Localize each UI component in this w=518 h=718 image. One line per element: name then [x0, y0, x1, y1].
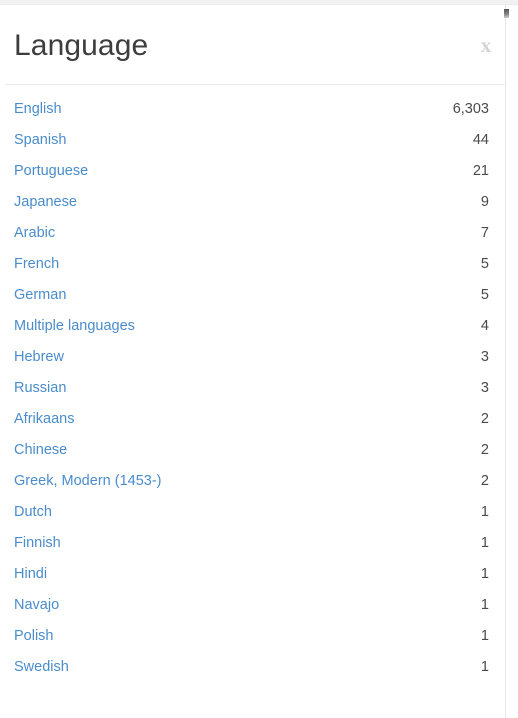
list-item[interactable]: Dutch 1: [0, 496, 505, 527]
list-item[interactable]: Russian 3: [0, 372, 505, 403]
list-item[interactable]: Polish 1: [0, 620, 505, 651]
language-link[interactable]: Spanish: [14, 131, 66, 149]
language-count: 1: [480, 627, 489, 644]
language-link[interactable]: Multiple languages: [14, 317, 135, 335]
language-count: 2: [480, 410, 489, 427]
panel-header: Language x: [0, 5, 505, 84]
language-count: 1: [480, 596, 489, 613]
list-item[interactable]: Chinese 2: [0, 434, 505, 465]
language-link[interactable]: Navajo: [14, 596, 59, 614]
language-link[interactable]: Hindi: [14, 565, 47, 583]
language-facet-list: English 6,303 Spanish 44 Portuguese 21 Japanes…: [0, 93, 505, 682]
list-item[interactable]: Swedish 1: [0, 651, 505, 682]
list-item[interactable]: Greek, Modern (1453-) 2: [0, 465, 505, 496]
language-link[interactable]: Swedish: [14, 658, 69, 676]
language-count: 5: [480, 286, 489, 303]
language-link[interactable]: Arabic: [14, 224, 55, 242]
close-icon: x: [480, 32, 492, 57]
list-item[interactable]: Finnish 1: [0, 527, 505, 558]
language-link[interactable]: Polish: [14, 627, 54, 645]
screen: Language x English 6,303 Spanish 44 Portugue…: [0, 0, 518, 718]
list-item[interactable]: Hindi 1: [0, 558, 505, 589]
language-facet-panel: Language x English 6,303 Spanish 44 Portugue…: [0, 5, 506, 718]
language-link[interactable]: German: [14, 286, 66, 304]
language-count: 1: [480, 658, 489, 675]
page-title: Language: [14, 29, 149, 62]
list-item[interactable]: English 6,303: [0, 93, 505, 124]
close-button[interactable]: x: [473, 32, 499, 58]
language-link[interactable]: Japanese: [14, 193, 77, 211]
language-count: 4: [480, 317, 489, 334]
language-link[interactable]: Finnish: [14, 534, 61, 552]
list-item[interactable]: Spanish 44: [0, 124, 505, 155]
list-item[interactable]: Portuguese 21: [0, 155, 505, 186]
language-count: 1: [480, 565, 489, 582]
language-count: 2: [480, 441, 489, 458]
language-link[interactable]: Afrikaans: [14, 410, 74, 428]
list-item[interactable]: Multiple languages 4: [0, 310, 505, 341]
list-item[interactable]: Afrikaans 2: [0, 403, 505, 434]
language-count: 1: [480, 503, 489, 520]
language-count: 1: [480, 534, 489, 551]
language-link[interactable]: Russian: [14, 379, 66, 397]
language-link[interactable]: Portuguese: [14, 162, 88, 180]
language-link[interactable]: Dutch: [14, 503, 52, 521]
list-item[interactable]: German 5: [0, 279, 505, 310]
list-item[interactable]: Japanese 9: [0, 186, 505, 217]
language-count: 5: [480, 255, 489, 272]
language-link[interactable]: French: [14, 255, 59, 273]
language-count: 7: [480, 224, 489, 241]
language-count: 3: [480, 348, 489, 365]
list-item[interactable]: Arabic 7: [0, 217, 505, 248]
language-link[interactable]: Chinese: [14, 441, 67, 459]
language-count: 44: [472, 131, 489, 148]
corner-artifact: [504, 9, 509, 18]
list-item[interactable]: French 5: [0, 248, 505, 279]
language-count: 3: [480, 379, 489, 396]
header-divider: [5, 84, 505, 85]
language-link[interactable]: English: [14, 100, 62, 118]
language-link[interactable]: Greek, Modern (1453-): [14, 472, 161, 490]
language-count: 6,303: [452, 100, 489, 117]
language-link[interactable]: Hebrew: [14, 348, 64, 366]
language-count: 21: [472, 162, 489, 179]
language-count: 2: [480, 472, 489, 489]
list-item[interactable]: Hebrew 3: [0, 341, 505, 372]
language-count: 9: [480, 193, 489, 210]
list-item[interactable]: Navajo 1: [0, 589, 505, 620]
